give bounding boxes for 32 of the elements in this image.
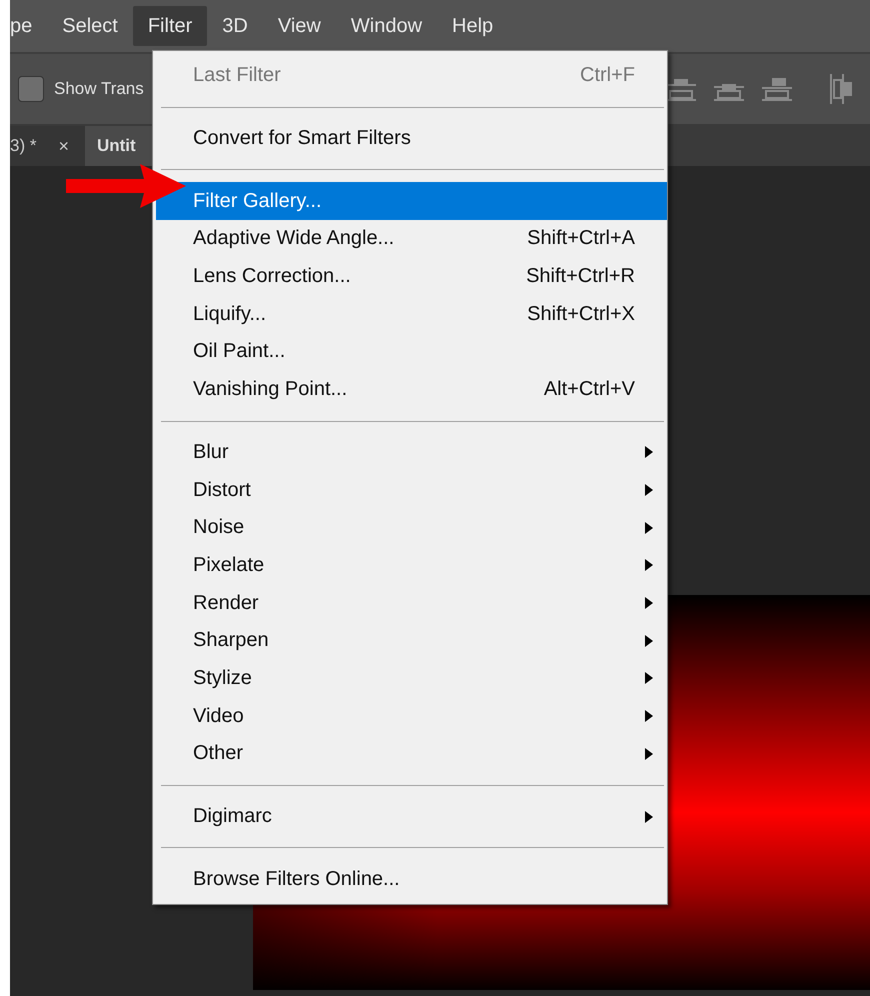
- menu-item[interactable]: Digimarc: [156, 798, 667, 836]
- close-button[interactable]: ×: [58, 136, 69, 156]
- menu-bar-item[interactable]: View: [262, 6, 336, 46]
- document-tab[interactable]: Untit: [84, 126, 152, 166]
- menu-item[interactable]: Sharpen: [156, 622, 667, 660]
- document-tab[interactable]: 3) * ×: [10, 126, 85, 166]
- menu-item[interactable]: Browse Filters Online...: [156, 860, 667, 898]
- menu-bar-item[interactable]: Select: [47, 6, 133, 46]
- menu-bar-item[interactable]: Help: [437, 6, 508, 46]
- menu-item[interactable]: Lens Correction... Shift+Ctrl+R: [156, 258, 667, 296]
- menu-item[interactable]: Adaptive Wide Angle... Shift+Ctrl+A: [156, 220, 667, 258]
- menu-bar-item[interactable]: 3D: [207, 6, 263, 46]
- menu-item[interactable]: Oil Paint...: [156, 333, 667, 371]
- tab-title: 3) *: [10, 136, 36, 156]
- menu-item[interactable]: Pixelate: [156, 546, 667, 584]
- menu-item[interactable]: Other: [156, 735, 667, 773]
- tab-title: Untit: [96, 136, 136, 156]
- menu-item[interactable]: Stylize: [156, 660, 667, 698]
- menu-item[interactable]: Video: [156, 697, 667, 735]
- menu-item[interactable]: Filter Gallery...: [156, 182, 667, 220]
- menu-item[interactable]: Noise: [156, 508, 667, 547]
- menu-bar-item[interactable]: Window: [336, 6, 438, 46]
- menu-item[interactable]: Convert for Smart Filters: [156, 120, 667, 158]
- checkbox-label: Show Trans: [54, 79, 144, 99]
- menu-item[interactable]: Distort: [156, 471, 667, 509]
- menu-item[interactable]: Render: [156, 584, 667, 622]
- menu-bar-item[interactable]: pe: [10, 6, 48, 46]
- menu-item[interactable]: Vanishing Point... Alt+Ctrl+V: [156, 370, 667, 408]
- menu-bar-item[interactable]: Filter: [132, 6, 208, 46]
- checkbox[interactable]: [18, 76, 44, 102]
- menu-item[interactable]: Blur: [156, 434, 667, 472]
- menu-item[interactable]: Liquify... Shift+Ctrl+X: [156, 295, 667, 334]
